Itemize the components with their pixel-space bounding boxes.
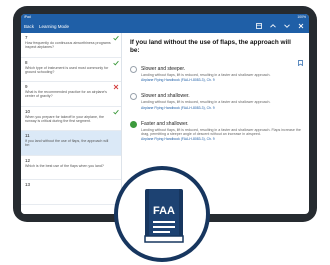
question-preview: If you land without the use of flaps, th… — [25, 139, 109, 148]
choice-reference-link[interactable]: Airplane Flying Handbook (FAA-H-8083-3),… — [141, 78, 302, 82]
choice-reference-link[interactable]: Airplane Flying Handbook (FAA-H-8083-3),… — [141, 106, 302, 110]
question-list-item[interactable]: 13 — [21, 180, 121, 205]
question-number: 13 — [25, 182, 31, 187]
question-list-item[interactable]: 12 Which is the best use of the flaps wh… — [21, 156, 121, 180]
question-number: 8 — [25, 59, 28, 65]
question-title: If you land without the use of flaps, th… — [130, 39, 291, 54]
question-number: 9 — [25, 84, 28, 89]
question-list-item[interactable]: 9 What is the recommended practice for a… — [21, 82, 121, 107]
answer-choice-selected[interactable]: Faster and shallower. Landing without fl… — [130, 120, 302, 141]
question-preview: How frequently do continuous airworthine… — [25, 41, 111, 50]
check-icon — [113, 109, 119, 115]
answer-choice[interactable]: Slower and steeper. Landing without flap… — [130, 66, 302, 82]
question-list-item[interactable]: 10 When you prepare for takeoff in your … — [21, 107, 121, 131]
choice-explanation: Landing without flaps, lift is reduced, … — [141, 127, 301, 136]
question-list-item-active[interactable]: 11 If you land without the use of flaps,… — [21, 131, 121, 156]
question-number: 7 — [25, 35, 28, 40]
question-preview: What is the recommended practice for an … — [25, 90, 107, 99]
check-icon — [113, 35, 119, 41]
question-number: 11 — [25, 133, 30, 138]
choice-label: Slower and steeper. — [141, 66, 186, 72]
choice-explanation: Landing without flaps, lift is reduced, … — [141, 100, 271, 105]
check-icon — [113, 60, 119, 66]
radio-button-selected[interactable] — [130, 120, 137, 128]
radio-button[interactable] — [130, 93, 137, 101]
question-number: 10 — [25, 108, 31, 114]
status-right: 100% — [297, 15, 306, 19]
choice-label: Slower and shallower. — [141, 93, 190, 100]
choice-explanation: Landing without flaps, lift is reduced, … — [141, 73, 271, 77]
question-preview: When you prepare for takeoff in your air… — [25, 114, 105, 123]
status-left: iPad — [24, 15, 31, 19]
question-list-item[interactable]: 8 Which type of instrument is used most … — [21, 58, 121, 82]
x-icon — [113, 84, 119, 90]
question-list-item[interactable]: 7 How frequently do continuous airworthi… — [21, 33, 121, 58]
radio-button[interactable] — [130, 66, 137, 73]
faa-badge: FAA — [114, 166, 210, 262]
app-bar: Back Learning Mode — [21, 20, 309, 33]
question-number: 12 — [25, 157, 31, 163]
app-title: Learning Mode — [39, 24, 70, 29]
question-preview: Which is the best use of the flaps when … — [25, 163, 104, 168]
close-icon[interactable] — [297, 22, 305, 30]
grid-icon[interactable] — [255, 22, 263, 30]
chevron-down-icon[interactable] — [283, 22, 291, 30]
question-list: 7 How frequently do continuous airworthi… — [21, 33, 122, 214]
answer-choice[interactable]: Slower and shallower. Landing without fl… — [130, 93, 302, 110]
toolbar — [255, 22, 305, 30]
chevron-up-icon[interactable] — [269, 22, 277, 30]
choice-label: Faster and shallower. — [141, 120, 189, 127]
badge-text: FAA — [153, 205, 175, 217]
book-icon: FAA — [144, 189, 184, 243]
choice-reference-link[interactable]: Airplane Flying Handbook (FAA-H-8083-3),… — [141, 137, 302, 141]
question-preview: Which type of instrument is used most co… — [25, 65, 109, 74]
